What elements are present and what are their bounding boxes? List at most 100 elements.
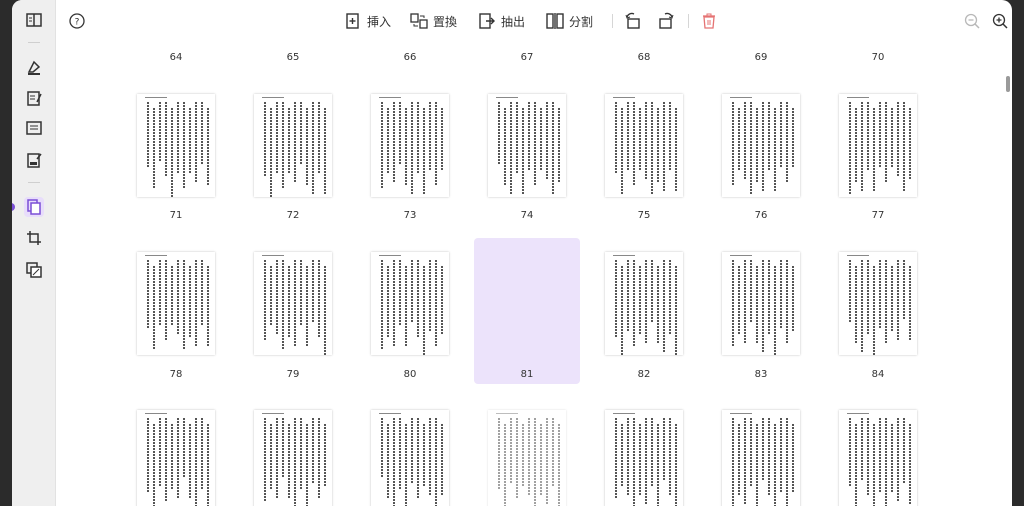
text-column: [318, 102, 320, 174]
page-thumbnail[interactable]: [371, 410, 449, 506]
text-column: [738, 108, 740, 171]
text-column: [435, 260, 437, 347]
page-thumbnail[interactable]: [605, 410, 683, 506]
text-column: [750, 102, 752, 195]
rotate-right-button[interactable]: [657, 10, 675, 32]
replace-label: 置換: [433, 14, 458, 29]
text-column: [516, 418, 518, 499]
page-header-line: [730, 97, 752, 98]
zoom-out-icon: [964, 13, 980, 29]
organize-pages-icon[interactable]: [24, 197, 44, 217]
page-thumbnail[interactable]: [488, 94, 566, 197]
text-column: [288, 108, 290, 174]
page-header-line: [496, 97, 518, 98]
text-column: [399, 418, 401, 489]
text-column: [645, 418, 647, 505]
edit-text-icon[interactable]: [24, 88, 44, 108]
page-thumbnail[interactable]: [722, 252, 800, 355]
text-column: [756, 266, 758, 344]
text-column: [615, 102, 617, 174]
text-column: [909, 108, 911, 179]
sign-icon[interactable]: [24, 150, 44, 170]
page-thumbnail[interactable]: [605, 252, 683, 355]
crop-icon[interactable]: [24, 228, 44, 248]
text-column: [504, 108, 506, 185]
text-column: [435, 102, 437, 185]
rotate-right-icon: [659, 12, 674, 29]
text-column: [540, 108, 542, 171]
page-thumbnail[interactable]: [371, 94, 449, 197]
form-icon[interactable]: [24, 118, 44, 138]
text-column: [669, 260, 671, 334]
text-column: [510, 418, 512, 484]
page-thumbnail[interactable]: [254, 252, 332, 355]
text-column: [306, 266, 308, 347]
zoom-in-button[interactable]: [991, 10, 1009, 32]
text-column: [558, 108, 560, 182]
reader-mode-icon[interactable]: [24, 10, 44, 30]
text-column: [732, 418, 734, 506]
page-thumbnail[interactable]: [137, 94, 215, 197]
text-column: [756, 108, 758, 182]
text-column: [312, 260, 314, 322]
text-column: [288, 424, 290, 499]
text-column: [651, 102, 653, 195]
text-column: [663, 102, 665, 191]
vertical-scrollbar[interactable]: [1006, 76, 1010, 92]
page-thumbnail[interactable]: [839, 252, 917, 355]
page-thumbnail[interactable]: [839, 410, 917, 506]
text-column: [153, 266, 155, 350]
page-header-line: [730, 255, 752, 256]
text-column: [903, 102, 905, 192]
replace-button[interactable]: 置換: [410, 10, 457, 32]
text-column: [891, 108, 893, 168]
page-thumbnail[interactable]: [254, 94, 332, 197]
highlighter-icon[interactable]: [24, 57, 44, 77]
page-thumbnail[interactable]: [722, 410, 800, 506]
page-thumbnail[interactable]: [371, 252, 449, 355]
page-number-label: 74: [520, 210, 534, 221]
page-thumbnail[interactable]: [137, 252, 215, 355]
rail-separator: [28, 42, 40, 43]
text-column: [855, 266, 857, 344]
text-column: [417, 260, 419, 337]
text-column: [153, 108, 155, 188]
page-thumbnail-grid: 64 65 66 67 68 69 70 71 72 73 74 75 76 77 78 79 80 81 82 83…: [56, 42, 1000, 506]
page-thumbnail[interactable]: [254, 410, 332, 506]
text-column: [621, 108, 623, 195]
page-number-label: 79: [286, 369, 300, 380]
extract-button[interactable]: 抽出: [478, 10, 525, 32]
page-thumbnail[interactable]: [488, 410, 566, 506]
text-column: [423, 266, 425, 355]
text-column: [768, 260, 770, 334]
text-column: [147, 418, 149, 492]
help-button[interactable]: ?: [68, 10, 86, 32]
text-column: [534, 102, 536, 185]
split-button[interactable]: 分割: [546, 10, 593, 32]
text-column: [621, 424, 623, 486]
rotate-left-button[interactable]: [624, 10, 642, 32]
text-column: [294, 260, 296, 346]
text-column: [159, 260, 161, 325]
text-column: [639, 108, 641, 171]
text-column: [387, 108, 389, 174]
text-column: [546, 102, 548, 180]
insert-button[interactable]: 挿入: [344, 10, 391, 32]
text-column: [183, 418, 185, 478]
text-column: [498, 102, 500, 164]
text-column: [861, 260, 863, 353]
text-column: [288, 266, 290, 337]
page-thumbnail[interactable]: [839, 94, 917, 197]
text-column: [786, 260, 788, 344]
text-column: [441, 424, 443, 496]
text-column: [762, 418, 764, 481]
text-column: [171, 424, 173, 489]
text-column: [498, 418, 500, 489]
delete-page-button[interactable]: [700, 10, 718, 32]
page-thumbnail[interactable]: [605, 94, 683, 197]
compress-icon[interactable]: [24, 260, 44, 280]
page-thumbnail[interactable]: [137, 410, 215, 506]
text-column: [393, 102, 395, 183]
page-thumbnail[interactable]: [722, 94, 800, 197]
zoom-out-button[interactable]: [963, 10, 981, 32]
